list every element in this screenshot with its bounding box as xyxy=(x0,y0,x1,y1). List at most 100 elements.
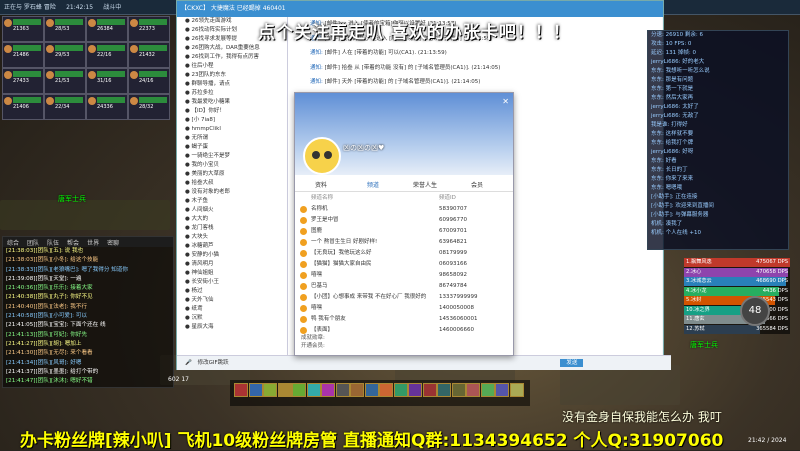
member-list-item[interactable]: ● 清风明月 xyxy=(177,260,287,269)
party-member-frame[interactable]: 21486 xyxy=(2,42,44,68)
skill-slot-icon[interactable] xyxy=(350,383,364,397)
member-list-item[interactable]: ● 安静的小猫 xyxy=(177,251,287,260)
mic-icon[interactable]: 🎤 xyxy=(185,360,192,366)
channel-row[interactable]: 【小团】心想事成 来带我 不在好心厂 我很好的 13337999999 xyxy=(299,292,505,303)
tab-channel[interactable]: 频道 xyxy=(367,180,379,189)
skill-slot-icon[interactable] xyxy=(495,383,509,397)
member-list-item[interactable]: ● 我的小宝贝 xyxy=(177,161,287,170)
channel-row[interactable]: 一个 熬冒生生日 好剧好样! 63964821 xyxy=(299,237,505,248)
channel-name: 嘻嘿 xyxy=(311,305,323,311)
mic-label[interactable]: 修改GIF跳跃 xyxy=(198,360,229,366)
member-list-item[interactable]: ● 人间烟火 xyxy=(177,206,287,215)
channel-row[interactable]: 巴基马 86749784 xyxy=(299,281,505,292)
member-list-item[interactable]: ● 美丽的大草原 xyxy=(177,170,287,179)
party-member-frame[interactable]: 31/16 xyxy=(86,68,128,94)
party-member-frame[interactable]: 21406 xyxy=(2,94,44,120)
qq-member-list[interactable]: ● 26领先走面游戏 ● 26找动阵实际计划 ● 26找寻求发展等提 ● 26团购大战… xyxy=(177,17,288,355)
skill-slot-icon[interactable] xyxy=(480,383,495,397)
channel-row[interactable]: 【猫猫】猫猫大家自由民 06093166 xyxy=(299,259,505,270)
tab-honor[interactable]: 荣誉人生 xyxy=(413,180,437,189)
member-list-item[interactable]: ● 大大的 xyxy=(177,215,287,224)
skill-slot-icon[interactable] xyxy=(422,383,437,397)
member-list-item[interactable]: ● [小 7ia8] xyxy=(177,116,287,125)
game-chat-window[interactable]: 综合 团队 队伍 帮会 世界 密聊 [21:38:03][团队][五]: 说 我也 [21:… xyxy=(2,236,174,388)
skill-slot-icon[interactable] xyxy=(466,383,480,397)
skill-slot-icon[interactable] xyxy=(364,383,379,397)
channel-row[interactable]: 嘻嘿 98658092 xyxy=(299,270,505,281)
tab-member[interactable]: 会员 xyxy=(471,180,483,189)
member-list-item[interactable]: ● 沉默 xyxy=(177,314,287,323)
skill-slot-icon[interactable] xyxy=(451,383,466,397)
channel-name: 名称机 xyxy=(311,206,328,212)
party-member-frame[interactable]: 27433 xyxy=(2,68,44,94)
member-list-item[interactable]: ● 无所谓 xyxy=(177,134,287,143)
party-member-frame[interactable]: 29/53 xyxy=(44,42,86,68)
member-list-item[interactable]: ● 23团队的东东 xyxy=(177,71,287,80)
member-list-item[interactable]: ● hmmpClikl xyxy=(177,125,287,134)
party-member-frame[interactable]: 28/53 xyxy=(44,16,86,42)
channel-row[interactable]: 图鹿 67009701 xyxy=(299,226,505,237)
party-member-frame[interactable]: 26384 xyxy=(86,16,128,42)
channel-row[interactable]: 名称机 58390707 xyxy=(299,204,505,215)
close-icon[interactable]: ✕ xyxy=(502,97,509,106)
member-list-item[interactable]: ● 没有对象的老郎 xyxy=(177,188,287,197)
channel-list[interactable]: 频道名称 频道ID 名称机 58390707 罗王是中冒 60996770 图鹿 670097… xyxy=(299,193,505,343)
skill-slot-icon[interactable] xyxy=(379,383,393,397)
skill-slot-icon[interactable] xyxy=(248,383,263,397)
member-list-item[interactable]: ● 杨过 xyxy=(177,287,287,296)
member-list-item[interactable]: ● 【ID】你好！ xyxy=(177,107,287,116)
send-button[interactable]: 发送 xyxy=(560,359,584,367)
member-list-item[interactable]: ● 天外飞仙 xyxy=(177,296,287,305)
skill-slot-icon[interactable] xyxy=(509,383,524,397)
skill-slot-icon[interactable] xyxy=(234,383,248,397)
channel-icon xyxy=(300,272,307,279)
party-member-frame[interactable]: 24336 xyxy=(86,94,128,120)
member-list-item[interactable]: ● 26找到工作，我得有点厉害 xyxy=(177,53,287,62)
member-list-item[interactable]: ● 神仙姐姐 xyxy=(177,269,287,278)
party-member-frame[interactable]: 21432 xyxy=(128,42,170,68)
member-list-item[interactable]: ● 冰糖葫芦 xyxy=(177,242,287,251)
tab-profile[interactable]: 资料 xyxy=(315,180,327,189)
skill-slot-icon[interactable] xyxy=(335,383,350,397)
skill-slot-icon[interactable] xyxy=(263,383,277,397)
skill-slot-icon[interactable] xyxy=(393,383,408,397)
skill-slot-icon[interactable] xyxy=(321,383,335,397)
member-list-item[interactable]: ● 苏拉多拉 xyxy=(177,89,287,98)
party-member-frame[interactable]: 28/32 xyxy=(128,94,170,120)
channel-row[interactable]: 鸭 我有个朋友 14536060001 xyxy=(299,314,505,325)
member-list-item[interactable]: ● 群聊导播，请点 xyxy=(177,80,287,89)
skill-bar[interactable] xyxy=(230,380,530,406)
member-list-item[interactable]: ● 星辰大海 xyxy=(177,323,287,332)
member-list-item[interactable]: ● 往后小程 xyxy=(177,62,287,71)
channel-row[interactable]: 罗王是中冒 60996770 xyxy=(299,215,505,226)
member-list-item[interactable]: ● 长安街小王 xyxy=(177,278,287,287)
member-list-item[interactable]: ● 我最爱吃小糖果 xyxy=(177,98,287,107)
party-member-frame[interactable]: 24/16 xyxy=(128,68,170,94)
party-member-frame[interactable]: 22/34 xyxy=(44,94,86,120)
member-list-item[interactable]: ● 木子鱼 xyxy=(177,197,287,206)
member-list-item[interactable]: ● 大块头 xyxy=(177,233,287,242)
chat-tab[interactable]: 世界 xyxy=(83,237,103,248)
profile-avatar[interactable] xyxy=(303,137,341,175)
party-member-frame[interactable]: 22373 xyxy=(128,16,170,42)
member-list-item[interactable]: ● 一骑绝尘不是梦 xyxy=(177,152,287,161)
member-list-item[interactable]: ● 纸鸢 xyxy=(177,305,287,314)
skill-slot-icon[interactable] xyxy=(277,383,292,397)
skill-slot-icon[interactable] xyxy=(292,383,306,397)
skill-slot-icon[interactable] xyxy=(408,383,422,397)
skill-slot-icon[interactable] xyxy=(306,383,321,397)
party-member-frame[interactable]: 21363 xyxy=(2,16,44,42)
live-danmaku-window[interactable]: 分速: 26910 剩余: 6 攻击: 10 FPS: 0 延迟: 131 掉帧: … xyxy=(647,30,789,250)
channel-icon xyxy=(300,305,307,312)
channel-row[interactable]: 【无良玩】我他玩这么好 08179999 xyxy=(299,248,505,259)
profile-popup[interactable]: 凶の凶の凶♥ ✕ 资料 频道 荣誉人生 会员 频道名称 频道ID 名称机 583907… xyxy=(294,92,514,356)
skill-slot-icon[interactable] xyxy=(437,383,451,397)
party-member-frame[interactable]: 22/16 xyxy=(86,42,128,68)
party-member-hp: 21363 xyxy=(13,26,29,32)
channel-row[interactable]: 嘻嘿 1400050008 xyxy=(299,303,505,314)
chat-tab[interactable]: 密聊 xyxy=(103,237,123,248)
member-list-item[interactable]: ● 蝎子蛋 xyxy=(177,143,287,152)
member-list-item[interactable]: ● 龙门客栈 xyxy=(177,224,287,233)
member-list-item[interactable]: ● 拾叁大叔 xyxy=(177,179,287,188)
party-member-frame[interactable]: 21/53 xyxy=(44,68,86,94)
